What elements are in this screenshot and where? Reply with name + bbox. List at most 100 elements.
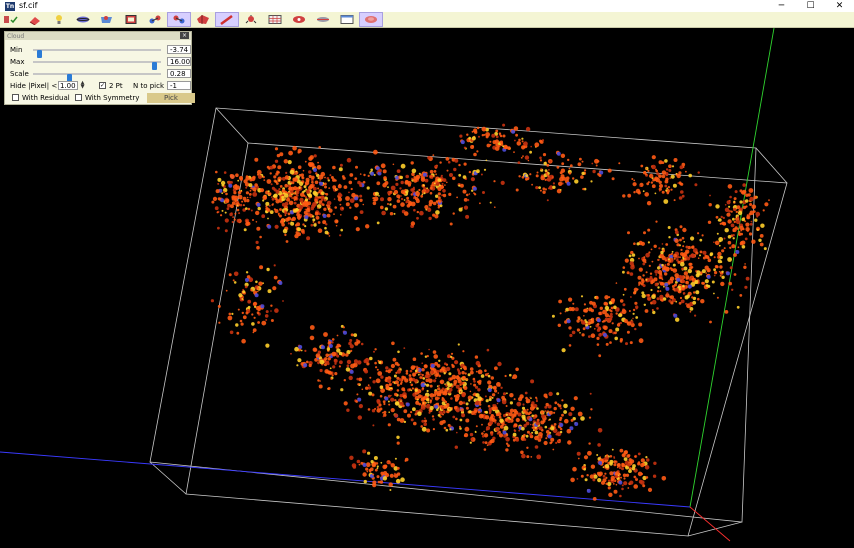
with-symmetry-checkbox[interactable] (75, 94, 82, 101)
density-point (494, 139, 499, 144)
close-button[interactable]: ✕ (825, 0, 854, 12)
density-point (512, 413, 516, 417)
grow-tool-button[interactable] (240, 13, 262, 26)
density-point (364, 357, 370, 363)
scale-value-field[interactable]: 0.28 (167, 69, 191, 78)
density-point (306, 360, 309, 364)
density-point (530, 456, 533, 458)
pick-button[interactable]: Pick (147, 93, 195, 103)
hide-pixel-input[interactable]: 1.00 (58, 81, 78, 90)
min-value-field[interactable]: -3.74 (167, 45, 191, 54)
hkl-view-button[interactable] (288, 13, 310, 26)
max-value-field[interactable]: 16.00 (167, 57, 191, 66)
density-point (570, 477, 575, 483)
density-point (732, 234, 735, 237)
density-point (234, 198, 238, 202)
density-point (499, 140, 504, 144)
density-point (428, 216, 432, 221)
density-point (210, 299, 214, 303)
density-point (387, 186, 389, 189)
eraser-button[interactable] (24, 13, 46, 26)
density-point (373, 174, 376, 176)
density-point (515, 417, 520, 423)
panel-close-button[interactable]: × (180, 32, 189, 39)
packing-button[interactable] (96, 13, 118, 26)
atoms-selection-button[interactable] (167, 12, 191, 27)
density-point (598, 333, 602, 337)
density-point (651, 164, 656, 170)
density-point (513, 126, 519, 131)
bond-pencil-button[interactable] (215, 12, 239, 27)
density-point (562, 176, 567, 181)
density-point (229, 330, 234, 335)
density-point (724, 207, 730, 212)
density-point (362, 449, 367, 454)
density-point (300, 228, 305, 233)
unit-cell-box-button[interactable] (120, 13, 142, 26)
density-point (697, 297, 700, 301)
density-point (249, 196, 251, 199)
density-point (266, 268, 269, 270)
density-point (310, 206, 314, 211)
hide-pixel-spinner[interactable]: ▲ ▼ (79, 81, 86, 90)
two-pt-checkbox[interactable]: ✓ (99, 82, 106, 89)
density-point (342, 176, 346, 180)
density-point (400, 400, 402, 402)
density-point (615, 471, 620, 476)
density-point (640, 164, 644, 168)
maximize-button[interactable]: ☐ (796, 0, 825, 12)
density-point (581, 171, 585, 176)
density-point (502, 134, 506, 138)
density-point (589, 474, 595, 479)
window-layout-button[interactable] (336, 13, 358, 26)
negative-density-point (487, 388, 492, 393)
density-point (370, 467, 374, 472)
density-point (458, 184, 461, 187)
density-point (635, 305, 639, 309)
density-point (324, 230, 329, 235)
density-point (733, 220, 736, 224)
density-point (674, 238, 679, 243)
3d-viewport[interactable] (0, 28, 854, 548)
max-slider[interactable] (33, 61, 161, 70)
density-point (505, 405, 508, 407)
minimize-button[interactable]: ─ (767, 0, 796, 12)
density-point (667, 186, 671, 189)
density-point (476, 150, 479, 153)
density-point (619, 299, 624, 303)
density-point (749, 222, 753, 226)
density-point (529, 173, 532, 176)
density-point (651, 279, 655, 284)
density-point (250, 289, 253, 292)
density-point (304, 196, 308, 199)
density-point (568, 172, 572, 175)
density-point (327, 357, 331, 361)
fourier-map-button[interactable] (312, 13, 334, 26)
grid-table-button[interactable] (264, 13, 286, 26)
density-point (733, 197, 737, 201)
density-point (367, 174, 370, 177)
density-point (661, 278, 664, 281)
density-point (559, 430, 563, 434)
ellipsoid-button[interactable] (72, 13, 94, 26)
molecule-button[interactable] (144, 13, 166, 26)
density-point (608, 492, 613, 497)
cloud-density-button[interactable] (359, 12, 383, 27)
density-point (504, 374, 507, 378)
scale-slider[interactable] (33, 73, 161, 82)
panel-header[interactable]: Cloud × (5, 32, 191, 40)
density-point (328, 354, 331, 357)
light-bulb-button[interactable] (48, 13, 70, 26)
density-point (429, 399, 432, 402)
density-point (268, 204, 271, 207)
polyhedron-button[interactable] (192, 13, 214, 26)
density-point (525, 396, 528, 400)
density-point (229, 212, 233, 217)
with-residual-checkbox[interactable] (12, 94, 19, 101)
density-point (615, 483, 618, 486)
density-point (452, 415, 456, 419)
min-slider[interactable] (33, 49, 161, 58)
structure-check-button[interactable] (0, 13, 22, 26)
n-to-pick-field[interactable]: -1 (167, 81, 191, 90)
density-point (372, 201, 377, 206)
